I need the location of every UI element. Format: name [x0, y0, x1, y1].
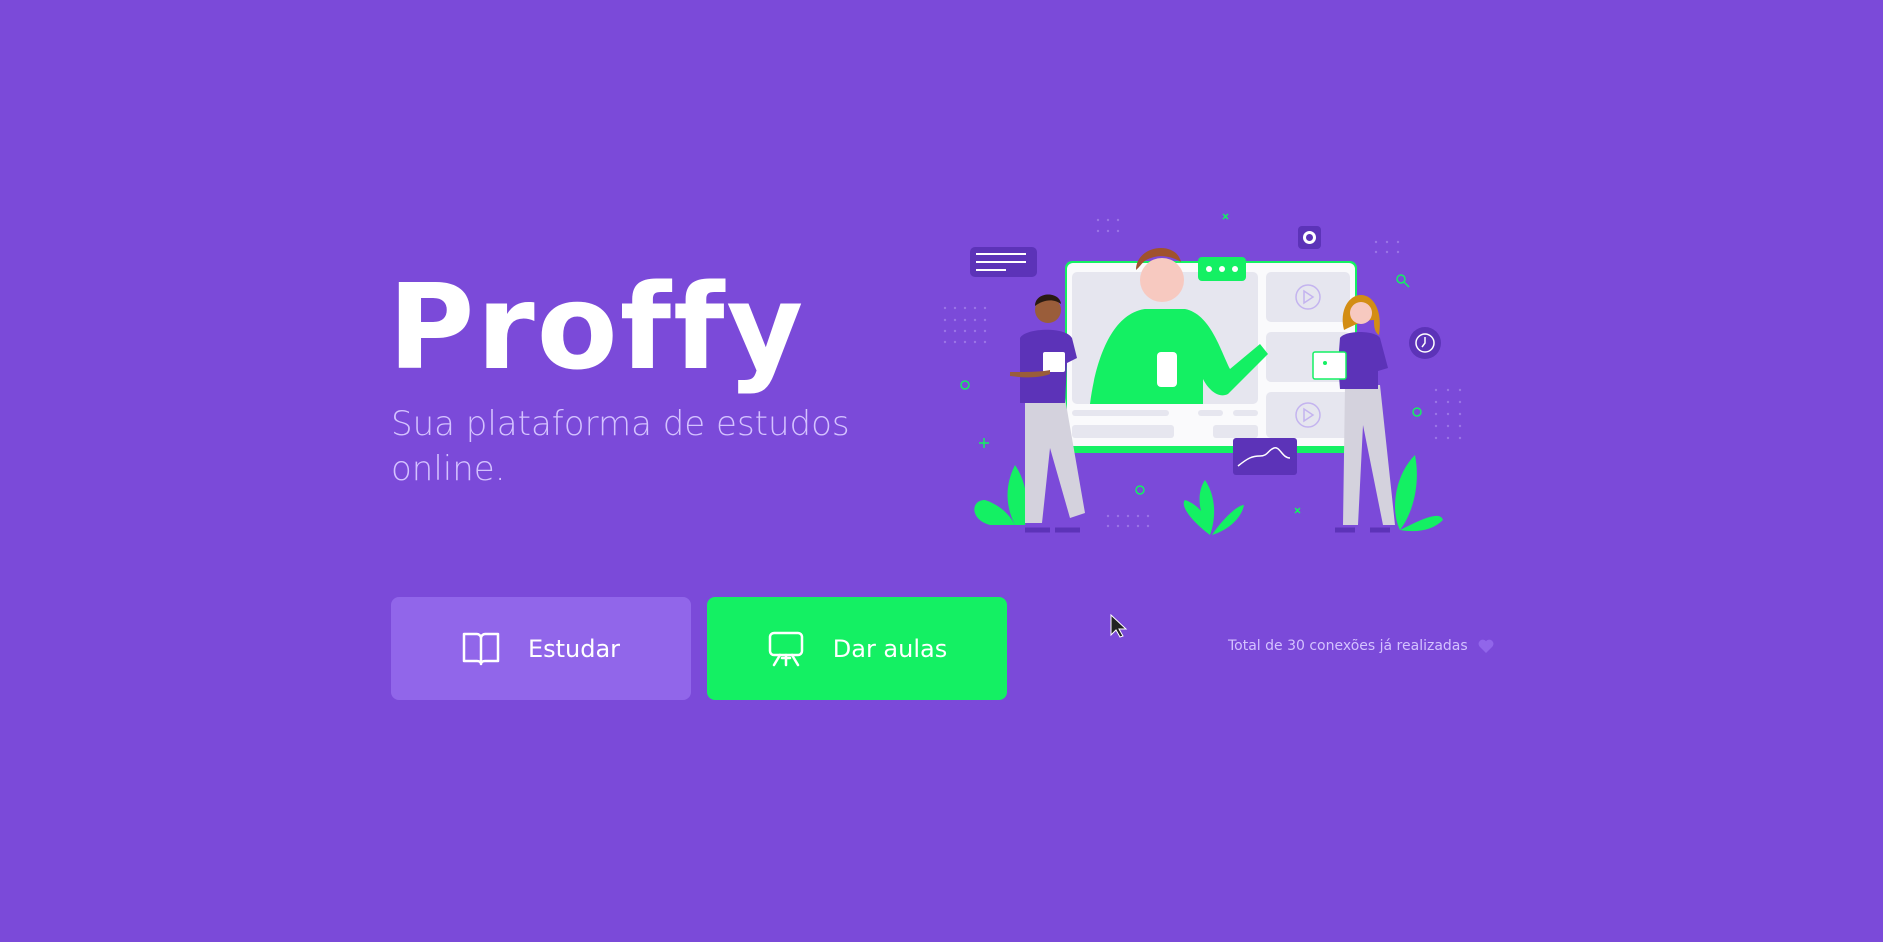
chart-card: [1233, 438, 1297, 475]
study-button[interactable]: Estudar: [391, 597, 691, 700]
settings-badge: [1298, 226, 1321, 249]
hero-illustration: [943, 213, 1462, 535]
book-open-icon: [462, 632, 500, 665]
proffy-logo: Proffy: [388, 258, 806, 396]
connections-counter-text: Total de 30 conexões já realizadas: [1228, 638, 1468, 654]
heart-icon: [1478, 639, 1494, 653]
study-button-label: Estudar: [527, 634, 621, 663]
give-classes-button-label: Dar aulas: [832, 634, 948, 663]
give-classes-button[interactable]: Dar aulas: [707, 597, 1007, 700]
presentation-board-icon: [768, 631, 803, 666]
tagline: Sua plataforma de estudos online.: [391, 404, 850, 489]
connections-counter: Total de 30 conexões já realizadas: [1228, 638, 1494, 654]
mouse-cursor-icon: [1110, 614, 1128, 638]
